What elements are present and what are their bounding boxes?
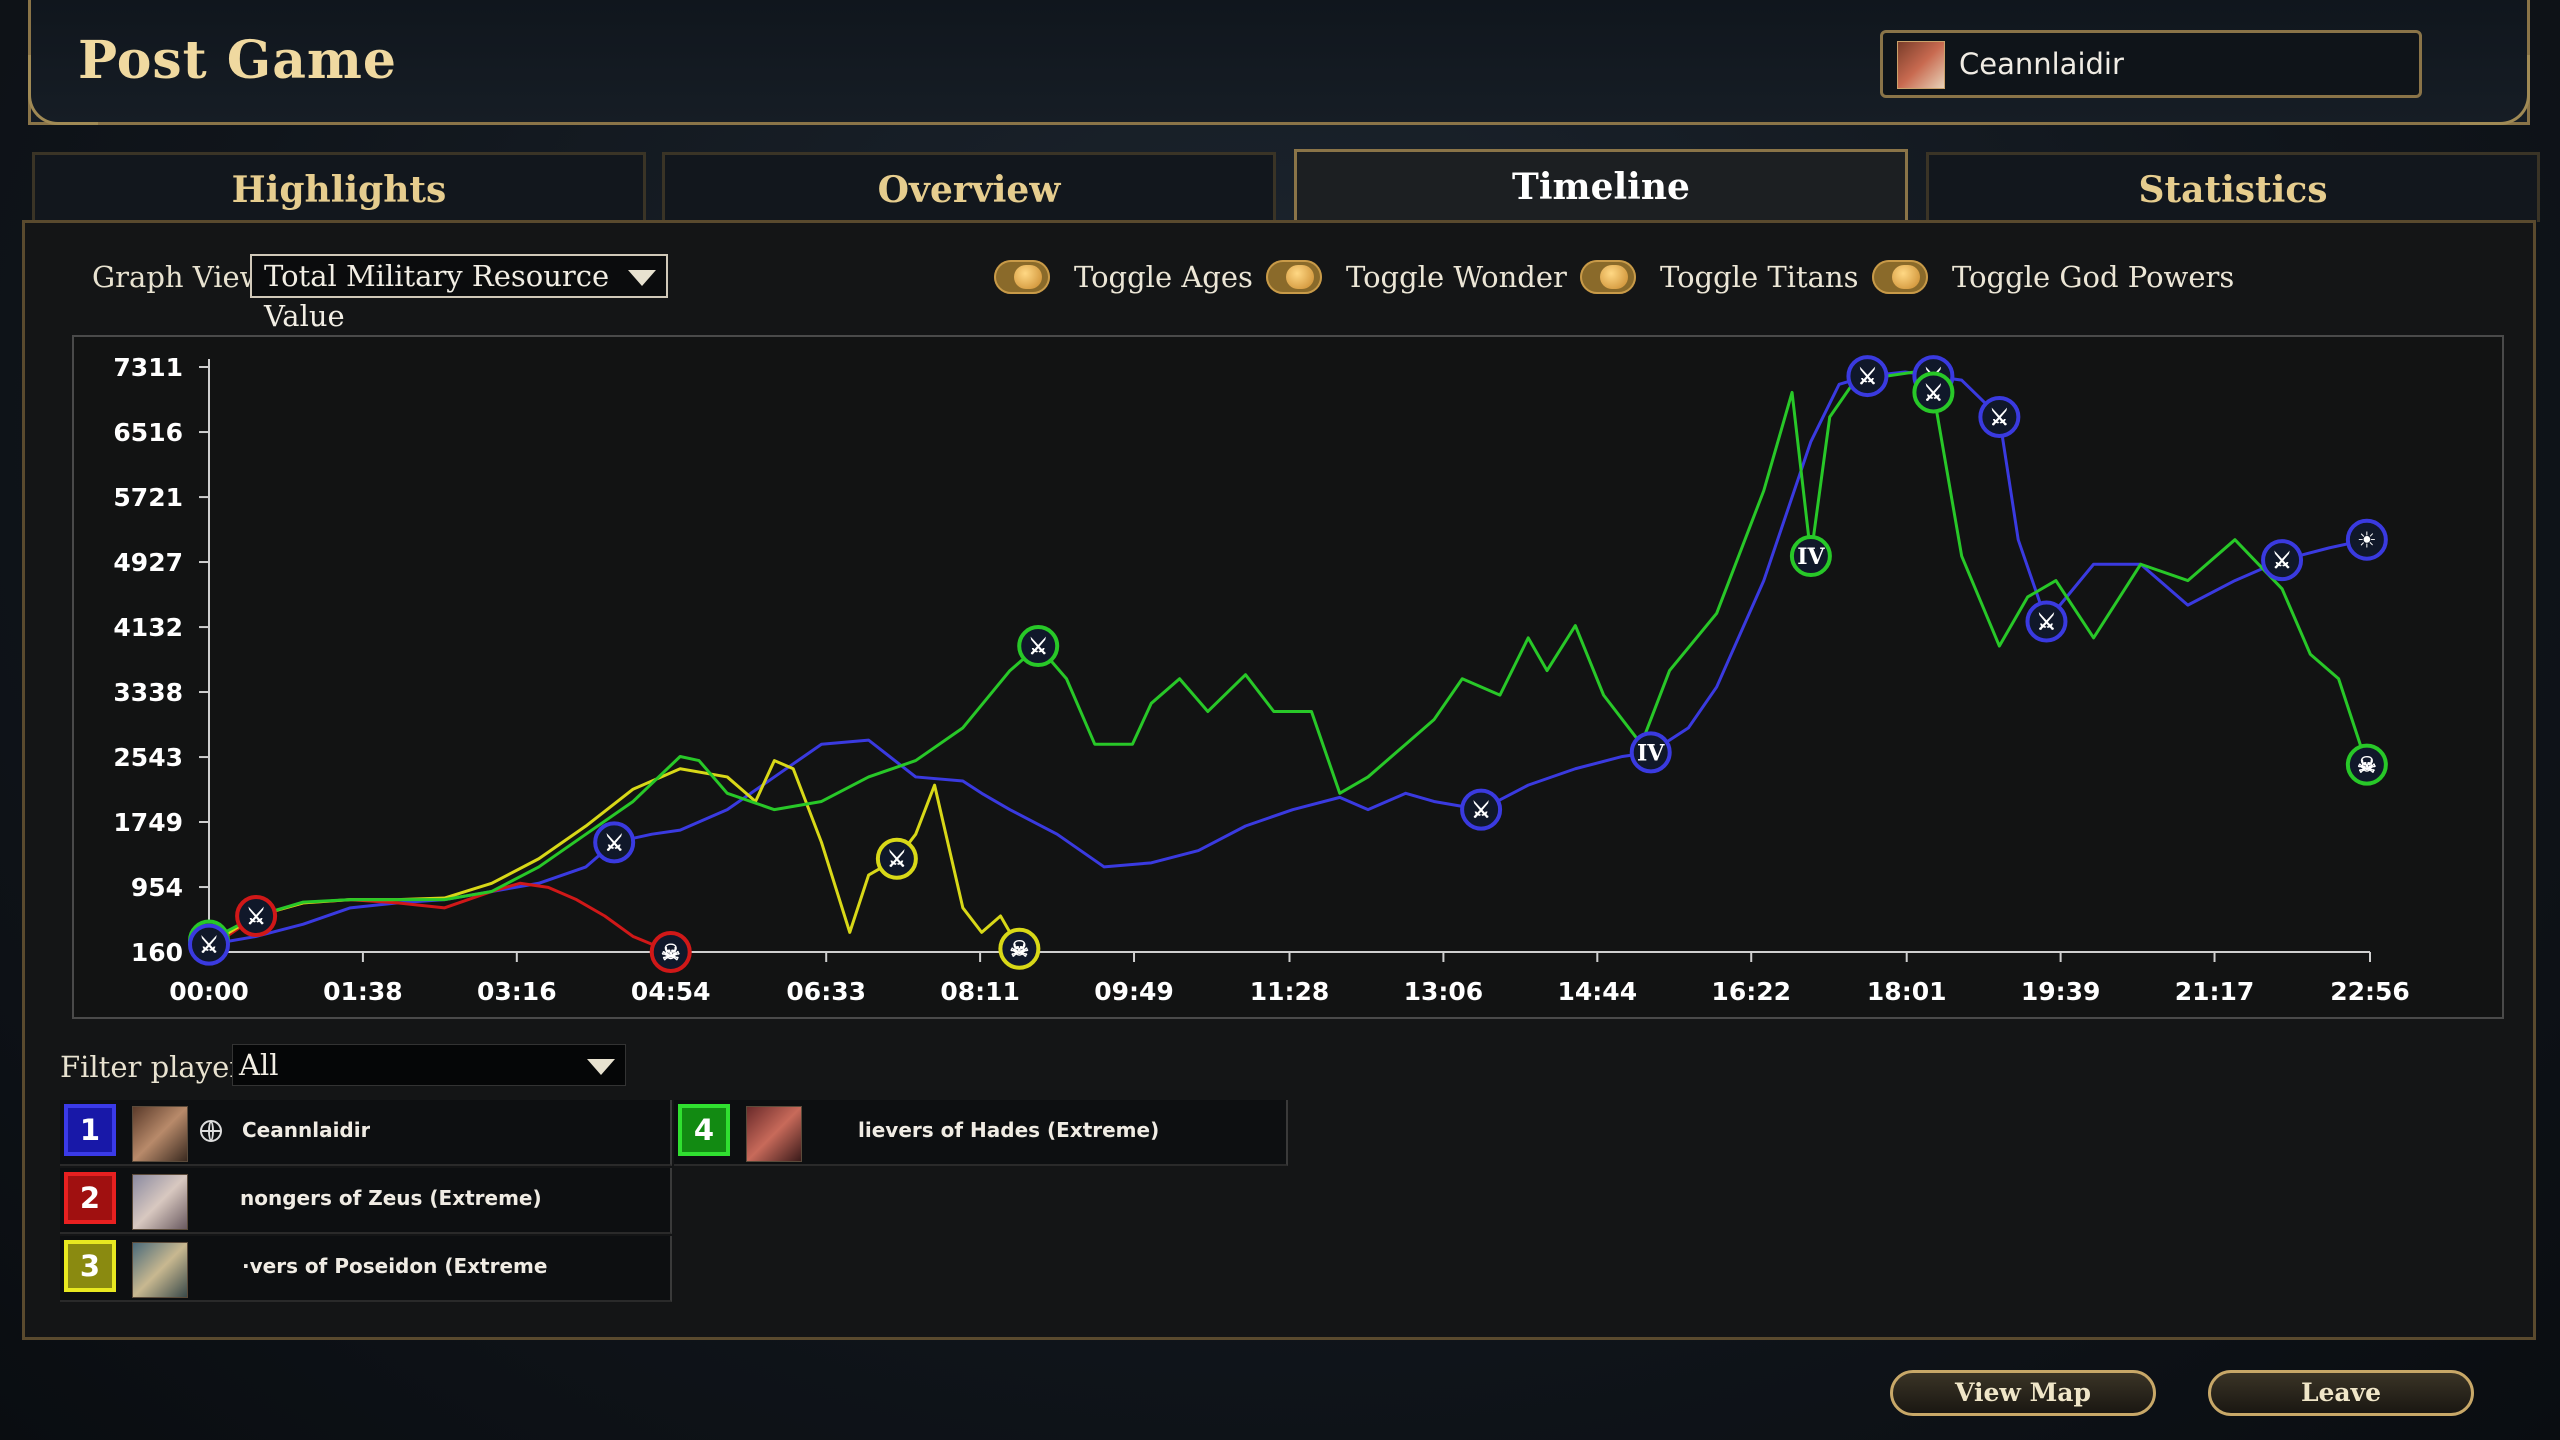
player-name: nongers of Zeus (Extreme) bbox=[240, 1186, 542, 1210]
player-avatar bbox=[1897, 41, 1945, 89]
chevron-down-icon bbox=[587, 1059, 615, 1075]
toggle-knob bbox=[1286, 265, 1314, 289]
player-portrait bbox=[132, 1242, 188, 1298]
player-number-badge: 3 bbox=[64, 1240, 116, 1292]
leave-button[interactable]: Leave bbox=[2208, 1370, 2474, 1416]
timeline-chart[interactable]: 160 954 1749 2543 3338 4132 4927 5721 6516 7311 00… bbox=[72, 335, 2504, 1019]
y-tick-label: 954 bbox=[131, 873, 183, 902]
player-number-badge: 4 bbox=[678, 1104, 730, 1156]
toggle-knob bbox=[1014, 265, 1042, 289]
ornament-corner-right bbox=[2460, 55, 2530, 125]
y-tick-label: 160 bbox=[131, 938, 183, 967]
event-marker-glyph: ☀ bbox=[2357, 528, 2377, 554]
event-marker-glyph: ⚔ bbox=[1858, 364, 1878, 390]
event-marker-glyph: ☠ bbox=[1010, 937, 1030, 963]
player-portrait bbox=[132, 1106, 188, 1162]
x-tick-label: 22:56 bbox=[2330, 977, 2410, 1006]
toggle-wonder-label: Toggle Wonder bbox=[1346, 260, 1567, 294]
x-tick-label: 08:11 bbox=[940, 977, 1020, 1006]
y-tick-label: 4132 bbox=[113, 613, 183, 642]
event-marker-glyph: ⚔ bbox=[604, 830, 624, 856]
x-tick-label: 13:06 bbox=[1404, 977, 1484, 1006]
event-marker-glyph: ⚔ bbox=[1989, 405, 2009, 431]
y-tick-label: 3338 bbox=[113, 678, 183, 707]
tab-timeline[interactable]: Timeline bbox=[1294, 149, 1908, 225]
toggle-titans-label: Toggle Titans bbox=[1660, 260, 1859, 294]
x-tick-label: 06:33 bbox=[786, 977, 866, 1006]
x-tick-label: 04:54 bbox=[631, 977, 711, 1006]
player-name: ·vers of Poseidon (Extreme bbox=[242, 1254, 548, 1278]
graph-view-label: Graph View: bbox=[92, 260, 275, 294]
series-line-4 bbox=[208, 370, 2369, 942]
toggle-knob bbox=[1600, 265, 1628, 289]
graph-view-select[interactable]: Total Military Resource Value bbox=[250, 254, 668, 333]
y-tick-label: 1749 bbox=[113, 808, 183, 837]
toggle-god-powers-label: Toggle God Powers bbox=[1952, 260, 2235, 294]
player-profile-badge[interactable]: Ceannlaidir bbox=[1880, 30, 2422, 98]
toggle-titans-switch[interactable] bbox=[1580, 260, 1636, 294]
x-tick-label: 18:01 bbox=[1867, 977, 1947, 1006]
tab-bar: Highlights Overview Timeline Statistics bbox=[32, 149, 2542, 225]
event-marker-glyph: ⚔ bbox=[2037, 610, 2057, 636]
y-tick-label: 4927 bbox=[113, 548, 183, 577]
event-marker-glyph: IV bbox=[1637, 740, 1665, 766]
profile-name: Ceannlaidir bbox=[1959, 47, 2124, 81]
event-marker-glyph: ⚔ bbox=[1028, 634, 1048, 660]
player-row-4[interactable]: 4 lievers of Hades (Extreme) bbox=[674, 1100, 1288, 1166]
chevron-down-icon bbox=[628, 270, 656, 286]
player-portrait bbox=[132, 1174, 188, 1230]
x-tick-label: 11:28 bbox=[1250, 977, 1330, 1006]
toggle-knob bbox=[1892, 265, 1920, 289]
player-name: Ceannlaidir bbox=[242, 1118, 371, 1142]
event-marker-glyph: ⚔ bbox=[246, 904, 266, 930]
filter-players-select[interactable]: All bbox=[232, 1044, 626, 1086]
y-tick-label: 5721 bbox=[113, 483, 183, 512]
event-marker-glyph: ☠ bbox=[661, 940, 681, 966]
y-tick-label: 2543 bbox=[113, 743, 183, 772]
series-line-1 bbox=[208, 370, 2368, 947]
event-marker-glyph: ☠ bbox=[2357, 753, 2377, 779]
toggle-ages-switch[interactable] bbox=[994, 260, 1050, 294]
player-row-3[interactable]: 3 ·vers of Poseidon (Extreme bbox=[60, 1236, 672, 1302]
x-tick-label: 21:17 bbox=[2175, 977, 2255, 1006]
x-tick-label: 19:39 bbox=[2021, 977, 2101, 1006]
chart-svg[interactable]: 160 954 1749 2543 3338 4132 4927 5721 6516 7311 00… bbox=[74, 337, 2502, 1017]
player-number-badge: 2 bbox=[64, 1172, 116, 1224]
tab-statistics[interactable]: Statistics bbox=[1926, 152, 2540, 222]
event-marker-glyph: IV bbox=[1797, 544, 1825, 570]
page-title: Post Game bbox=[78, 30, 397, 91]
tab-highlights[interactable]: Highlights bbox=[32, 152, 646, 222]
x-tick-label: 01:38 bbox=[323, 977, 403, 1006]
view-map-button[interactable]: View Map bbox=[1890, 1370, 2156, 1416]
x-tick-label: 16:22 bbox=[1711, 977, 1791, 1006]
y-tick-label: 7311 bbox=[113, 353, 183, 382]
globe-icon bbox=[200, 1120, 222, 1142]
player-row-1[interactable]: 1 Ceannlaidir bbox=[60, 1100, 672, 1166]
player-name: lievers of Hades (Extreme) bbox=[858, 1118, 1160, 1142]
x-tick-label: 00:00 bbox=[169, 977, 249, 1006]
player-number-badge: 1 bbox=[64, 1104, 116, 1156]
tab-overview[interactable]: Overview bbox=[662, 152, 1276, 222]
filter-players-value: All bbox=[239, 1048, 279, 1082]
event-marker-glyph: ⚔ bbox=[199, 933, 219, 959]
x-tick-label: 03:16 bbox=[477, 977, 557, 1006]
series-line-2 bbox=[208, 881, 672, 954]
toggle-wonder-switch[interactable] bbox=[1266, 260, 1322, 294]
y-tick-label: 6516 bbox=[113, 418, 183, 447]
event-marker-glyph: ⚔ bbox=[887, 847, 907, 873]
player-row-2[interactable]: 2 nongers of Zeus (Extreme) bbox=[60, 1168, 672, 1234]
player-portrait bbox=[746, 1106, 802, 1162]
event-marker-glyph: ⚔ bbox=[2272, 548, 2292, 574]
x-tick-label: 09:49 bbox=[1094, 977, 1174, 1006]
toggle-god-powers-switch[interactable] bbox=[1872, 260, 1928, 294]
event-marker-glyph: ⚔ bbox=[1471, 798, 1491, 824]
toggle-ages-label: Toggle Ages bbox=[1074, 260, 1253, 294]
x-tick-label: 14:44 bbox=[1558, 977, 1638, 1006]
event-marker-glyph: ⚔ bbox=[1924, 380, 1944, 406]
